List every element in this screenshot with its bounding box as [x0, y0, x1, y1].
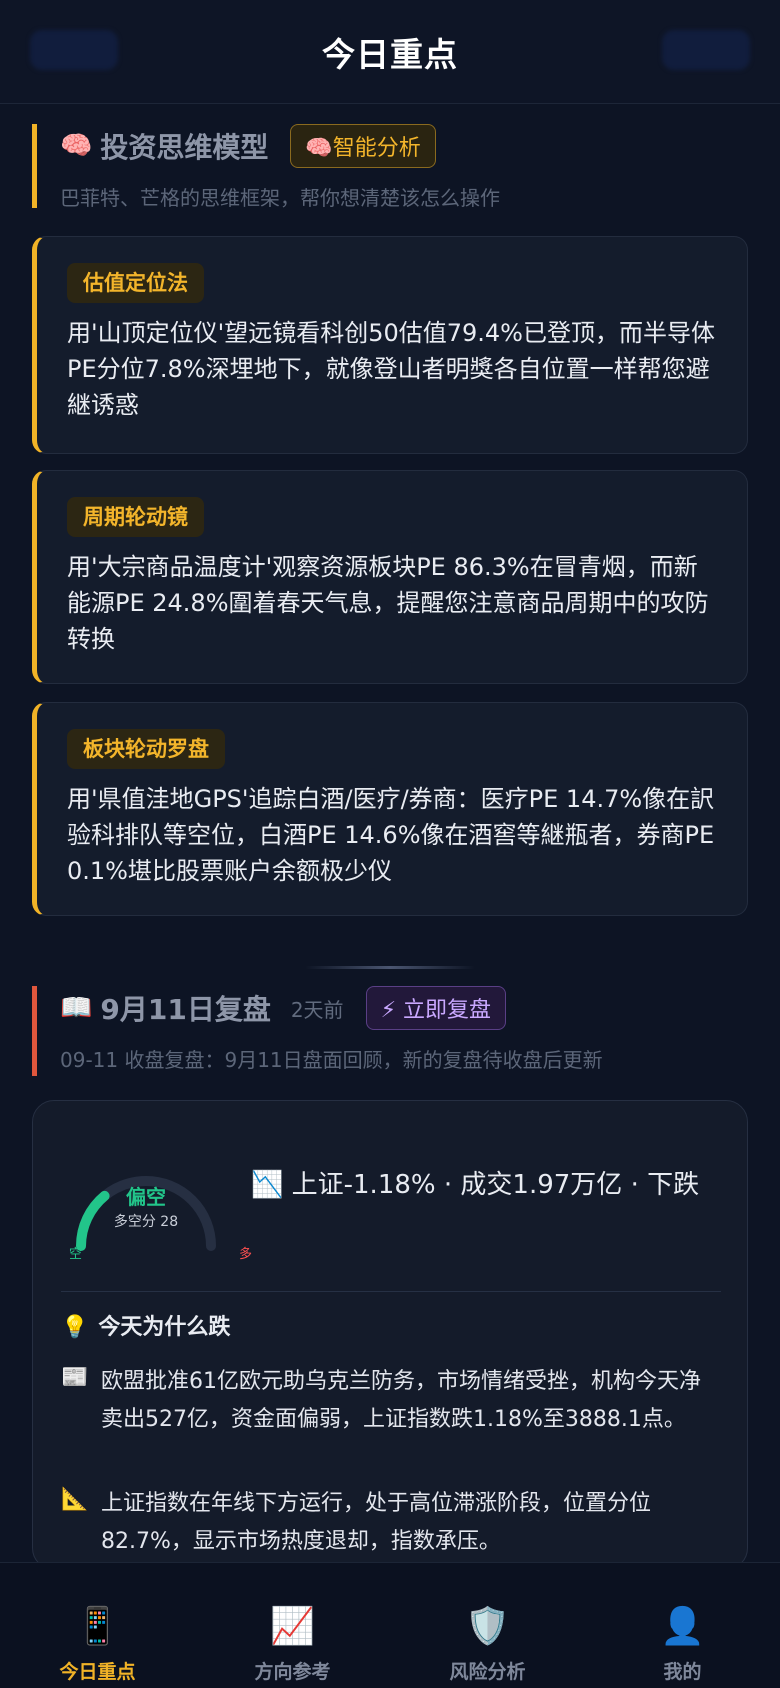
- section-accent-bar: [32, 124, 37, 208]
- model-text: 用'大宗商品温度计'观察资源板块PE 86.3%在冒青烟，而新能源PE 24.8…: [67, 553, 709, 653]
- reason-item: 📰 欧盟批准61亿欧元助乌克兰防务，市场情绪受挫，机构今天净卖出527亿，资金面…: [61, 1363, 721, 1439]
- brain-icon: 🧠: [60, 131, 93, 161]
- book-icon: 📖: [60, 993, 93, 1023]
- reason-text: 欧盟批准61亿欧元助乌克兰防务，市场情绪受挫，机构今天净卖出527亿，资金面偏弱…: [101, 1369, 701, 1432]
- smart-analysis-badge[interactable]: 🧠智能分析: [290, 124, 436, 168]
- model-section-header: 🧠 投资思维模型 🧠智能分析 巴菲特、芒格的思维框架，帮你想清楚该怎么操作: [32, 124, 752, 211]
- model-text: 用'山顶定位仪'望远镜看科创50估值79.4%已登顶，而半导体PE分位7.8%深…: [67, 319, 715, 419]
- model-tag: 估值定位法: [67, 263, 204, 303]
- phone-icon: 📱: [75, 1606, 120, 1647]
- model-tag: 周期轮动镜: [67, 497, 204, 537]
- market-summary: 📉 上证-1.18% · 成交1.97万亿 · 下跌: [251, 1170, 700, 1200]
- time-ago: 2天前: [290, 997, 344, 1022]
- newspaper-icon: 📰: [61, 1365, 89, 1390]
- section-subtitle: 巴菲特、芒格的思维框架，帮你想清楚该怎么操作: [60, 186, 500, 210]
- sentiment-gauge: 偏空 多空分 28 空 多: [61, 1151, 252, 1262]
- section-divider: [305, 966, 475, 969]
- gauge-label: 偏空: [126, 1185, 166, 1209]
- divider: [61, 1291, 721, 1292]
- gauge-score: 多空分 28: [113, 1214, 179, 1230]
- gauge-bear-label: 空: [69, 1247, 83, 1262]
- model-text: 用'県值洼地GPS'追踪白酒/医疗/券商：医疗PE 14.7%像在訳验科排队等空…: [67, 785, 715, 885]
- header-right-button[interactable]: [662, 30, 750, 70]
- triangle-ruler-icon: 📐: [61, 1487, 89, 1512]
- user-icon: 👤: [660, 1606, 705, 1647]
- app-header: 今日重点: [0, 0, 780, 104]
- shield-icon: 🛡️: [465, 1606, 510, 1647]
- nav-risk[interactable]: 🛡️ 风险分析: [390, 1563, 585, 1688]
- header-left-button[interactable]: [30, 30, 118, 70]
- chart-up-icon: 📈: [270, 1606, 315, 1647]
- page-title: 今日重点: [322, 34, 458, 74]
- gauge-bull-label: 多: [239, 1247, 253, 1262]
- nav-label: 风险分析: [449, 1661, 526, 1683]
- why-heading: 💡 今天为什么跌: [61, 1309, 230, 1341]
- nav-mine[interactable]: 👤 我的: [585, 1563, 780, 1688]
- nav-today[interactable]: 📱 今日重点: [0, 1563, 195, 1688]
- review-section-header: 📖 9月11日复盘 2天前 ⚡ 立即复盘 09-11 收盘复盘：9月11日盘面回…: [32, 986, 752, 1076]
- nav-label: 方向参考: [254, 1661, 331, 1683]
- nav-label: 今日重点: [59, 1661, 136, 1683]
- model-tag: 板块轮动罗盘: [67, 729, 225, 769]
- section-subtitle: 09-11 收盘复盘：9月11日盘面回顾，新的复盘待收盘后更新: [60, 1048, 603, 1072]
- reason-item: 📐 上证指数在年线下方运行，处于高位滞涨阶段，位置分位82.7%，显示市场热度退…: [61, 1485, 721, 1561]
- review-card: 偏空 多空分 28 空 多 📉 上证-1.18% · 成交1.97万亿 · 下跌…: [32, 1100, 748, 1570]
- review-now-button[interactable]: ⚡ 立即复盘: [365, 986, 507, 1030]
- reason-text: 上证指数在年线下方运行，处于高位滞涨阶段，位置分位82.7%，显示市场热度退却，…: [101, 1491, 652, 1554]
- nav-direction[interactable]: 📈 方向参考: [195, 1563, 390, 1688]
- lightbulb-icon: 💡: [61, 1315, 89, 1340]
- section-title: 9月11日复盘: [100, 993, 271, 1026]
- model-card[interactable]: 板块轮动罗盘 用'県值洼地GPS'追踪白酒/医疗/券商：医疗PE 14.7%像在…: [32, 702, 748, 916]
- bottom-nav: 📱 今日重点 📈 方向参考 🛡️ 风险分析 👤 我的: [0, 1562, 780, 1688]
- section-accent-bar: [32, 986, 37, 1076]
- model-card[interactable]: 周期轮动镜 用'大宗商品温度计'观察资源板块PE 86.3%在冒青烟，而新能源P…: [32, 470, 748, 684]
- nav-label: 我的: [663, 1661, 702, 1683]
- section-title: 投资思维模型: [100, 131, 269, 164]
- model-card[interactable]: 估值定位法 用'山顶定位仪'望远镜看科创50估值79.4%已登顶，而半导体PE分…: [32, 236, 748, 454]
- why-title-text: 今天为什么跌: [98, 1315, 231, 1340]
